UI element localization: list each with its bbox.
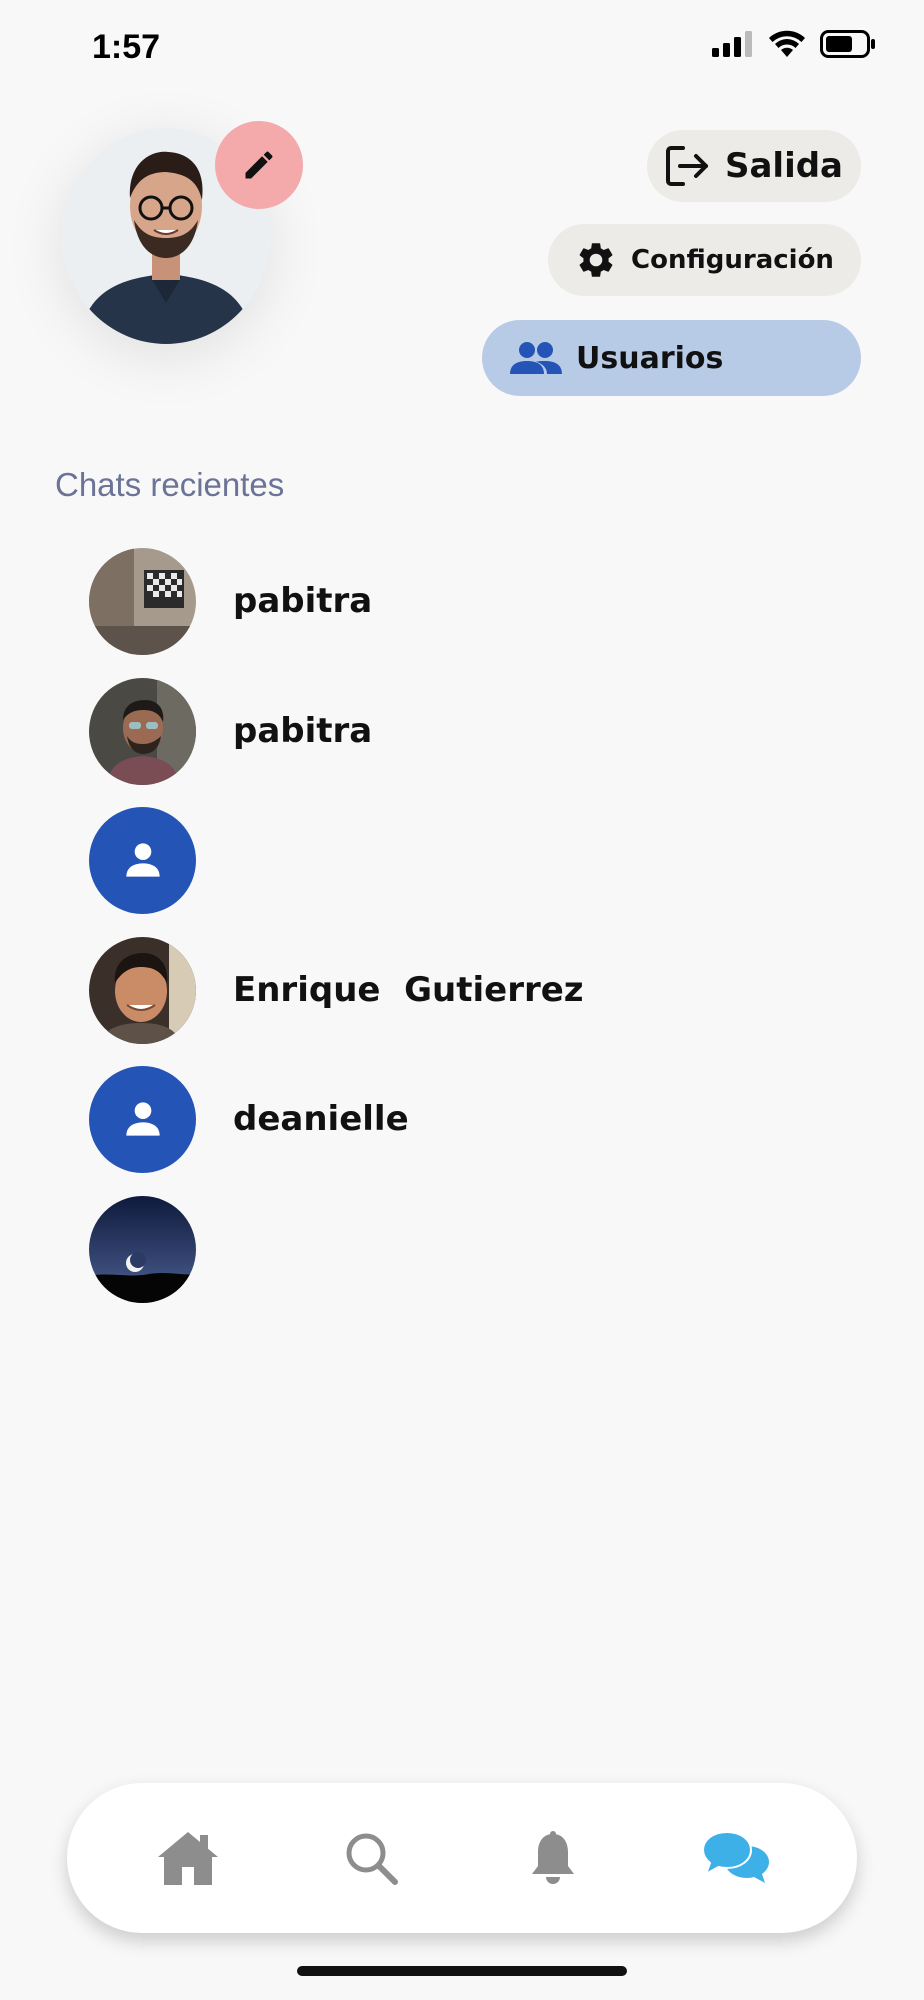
users-icon [510,342,562,374]
edit-profile-button[interactable] [215,121,303,209]
search-icon [346,1833,398,1885]
recent-chats-heading: Chats recientes [55,466,285,503]
gear-icon [579,243,613,277]
wifi-icon [769,30,805,57]
chat-list-item[interactable]: pabitra [89,677,789,785]
users-label: Usuarios [576,340,724,376]
chat-list-item[interactable]: pabitra [89,547,789,655]
settings-label: Configuración [631,245,834,275]
chat-list-item[interactable]: Enrique Gutierrez [89,936,789,1044]
cellular-signal-icon [712,31,752,57]
logout-button[interactable]: Salida [647,130,861,202]
chat-name: pabitra [233,581,373,621]
chat-avatar [89,806,196,914]
chat-name: deanielle [233,1099,409,1139]
nav-chats[interactable] [691,1813,781,1903]
chat-list-item[interactable] [89,1195,789,1303]
pencil-icon [245,151,273,179]
nav-notifications[interactable] [508,1813,598,1903]
status-bar: 1:57 [0,0,924,100]
chat-avatar [89,547,196,655]
chat-list-item[interactable] [89,806,789,914]
nav-home[interactable] [143,1813,233,1903]
chat-avatar [89,936,196,1044]
chat-name: Enrique Gutierrez [233,970,584,1010]
chat-avatar [89,1195,196,1303]
status-icons [712,30,876,58]
chat-avatar [89,1065,196,1173]
person-icon [125,1102,160,1136]
bell-icon [532,1831,575,1884]
logout-icon [665,146,708,186]
bottom-navigation [67,1783,857,1933]
chat-name: pabitra [233,711,373,751]
settings-button[interactable]: Configuración [548,224,861,296]
status-time: 1:57 [92,28,161,66]
chat-list-item[interactable]: deanielle [89,1065,789,1173]
battery-icon [820,30,875,58]
home-indicator [297,1966,627,1976]
home-icon [158,1832,219,1885]
chat-bubbles-icon [701,1830,769,1883]
users-button[interactable]: Usuarios [482,320,861,396]
logout-label: Salida [724,146,844,186]
nav-search[interactable] [326,1813,416,1903]
person-icon [125,843,160,877]
chat-avatar [89,677,196,785]
